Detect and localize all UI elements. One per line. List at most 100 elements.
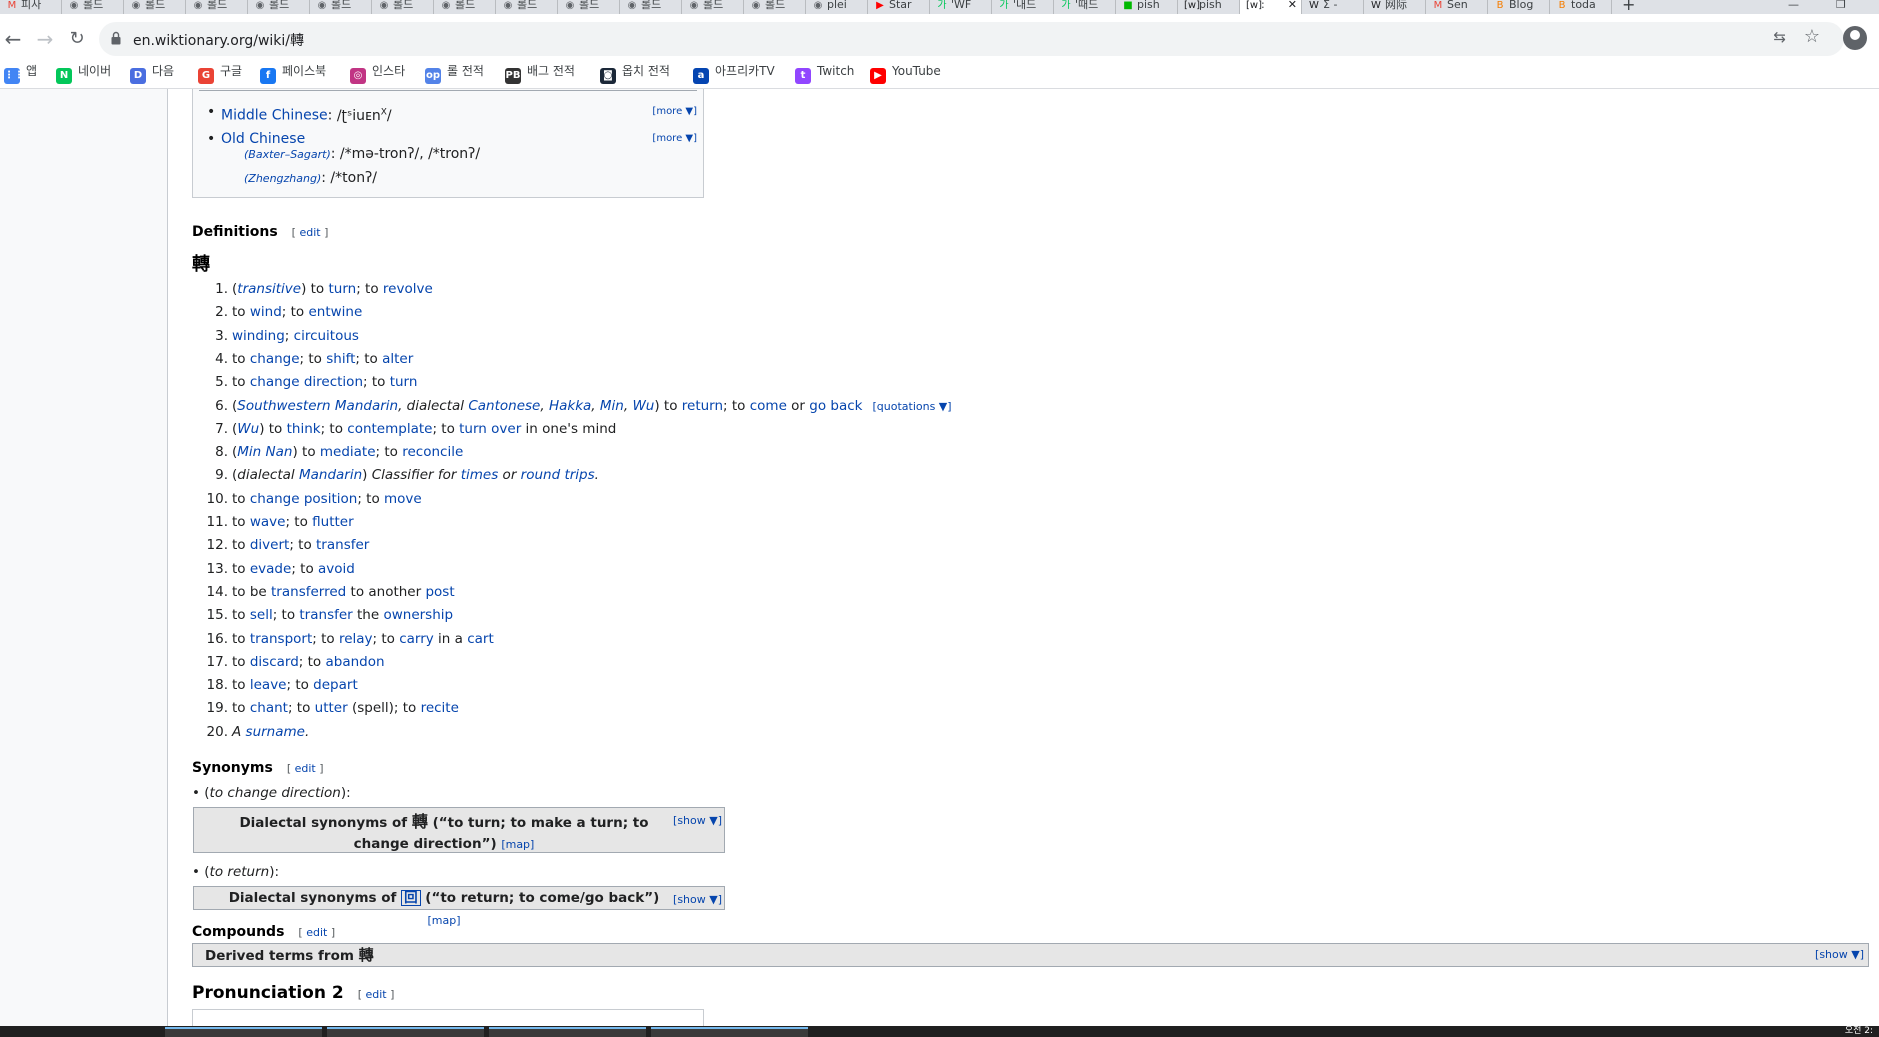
definition-link[interactable]: mediate [320, 444, 376, 460]
definition-link[interactable]: revolve [383, 281, 433, 297]
definition-link[interactable]: think [287, 421, 321, 437]
browser-tab[interactable]: ◉ 롤드 [558, 0, 620, 14]
definition-link[interactable]: shift [326, 351, 355, 367]
definition-link[interactable]: wind [250, 304, 282, 320]
definition-link[interactable]: change [250, 351, 300, 367]
definition-link[interactable]: leave [250, 677, 287, 693]
definition-link[interactable]: chant [250, 700, 288, 716]
more-toggle-old-chinese[interactable]: [more ▼] [652, 128, 697, 150]
synbox-2-han-link[interactable]: 回 [401, 890, 421, 906]
browser-tab[interactable]: ◉ 롤드 [186, 0, 248, 14]
derived-terms-show-toggle[interactable]: [show ▼] [1815, 944, 1864, 966]
definition-link[interactable]: Mandarin [299, 467, 362, 483]
browser-tab[interactable]: ◉ 롤드 [496, 0, 558, 14]
definition-link[interactable]: times [461, 467, 499, 483]
definition-link[interactable]: transfer [316, 537, 369, 553]
definition-link[interactable]: post [425, 584, 454, 600]
definition-link[interactable]: transitive [237, 281, 301, 297]
definition-link[interactable]: cart [467, 631, 494, 647]
definition-link[interactable]: winding [232, 328, 285, 344]
browser-tab[interactable]: 가 '때드 [1054, 0, 1116, 14]
definition-link[interactable]: turn [390, 374, 418, 390]
browser-tab[interactable]: ◉ 롤드 [62, 0, 124, 14]
compounds-edit-link[interactable]: edit [306, 926, 327, 939]
bookmark-item[interactable]: PB 배그 전적 [505, 62, 575, 84]
definition-link[interactable]: alter [382, 351, 413, 367]
derived-terms-box[interactable]: Derived terms from 轉 [show ▼] [192, 943, 1869, 967]
definition-link[interactable]: turn over [459, 421, 521, 437]
back-arrow-icon[interactable]: ← [0, 26, 26, 52]
definition-link[interactable]: ownership [383, 607, 453, 623]
definition-link[interactable]: reconcile [402, 444, 463, 460]
browser-tab[interactable]: 가 'WF [930, 0, 992, 14]
definition-link[interactable]: sell [250, 607, 273, 623]
dialectal-synonyms-box-1[interactable]: Dialectal synonyms of 轉 (“to turn; to ma… [193, 807, 725, 853]
definition-link[interactable]: utter [315, 700, 348, 716]
definition-link[interactable]: relay [339, 631, 373, 647]
bookmark-item[interactable]: a 아프리카TV [693, 62, 775, 84]
reload-icon[interactable]: ↻ [64, 26, 90, 52]
browser-tab[interactable]: 가 '내드 [992, 0, 1054, 14]
close-tab-icon[interactable]: ✕ [1288, 0, 1297, 10]
definition-link[interactable]: carry [399, 631, 434, 647]
browser-tab[interactable]: M 피사 [0, 0, 62, 14]
taskbar-app-button-4[interactable] [651, 1027, 808, 1037]
browser-tab[interactable]: ◉ 롤드 [744, 0, 806, 14]
dialectal-synonyms-box-2[interactable]: Dialectal synonyms of 回 (“to return; to … [193, 886, 725, 927]
browser-tab[interactable]: ◉ plei [806, 0, 868, 14]
definition-link[interactable]: go back [809, 398, 862, 414]
synbox-2-show-toggle[interactable]: [show ▼] [673, 889, 722, 911]
definition-link[interactable]: return [682, 398, 723, 414]
definition-link[interactable]: contemplate [347, 421, 432, 437]
browser-tab[interactable]: M Sen [1426, 0, 1488, 14]
minimize-icon[interactable]: — [1788, 0, 1799, 10]
definitions-edit-link[interactable]: edit [299, 226, 320, 239]
browser-tab[interactable]: ◉ 롤드 [620, 0, 682, 14]
quotations-toggle[interactable]: [quotations ▼] [872, 400, 951, 413]
middle-chinese-link[interactable]: Middle Chinese [221, 108, 328, 124]
definition-link[interactable]: entwine [308, 304, 362, 320]
bookmark-item[interactable]: op 롤 전적 [425, 62, 484, 84]
browser-tab[interactable]: ◉ 롤드 [248, 0, 310, 14]
browser-tab[interactable]: W 网际 [1364, 0, 1426, 14]
definition-link[interactable]: divert [250, 537, 289, 553]
bookmark-item[interactable]: G 구글 [198, 62, 242, 84]
definition-link[interactable]: discard [250, 654, 299, 670]
new-tab-icon[interactable]: + [1612, 0, 1645, 13]
definition-link[interactable]: Cantonese [468, 398, 540, 414]
definition-link[interactable]: depart [313, 677, 358, 693]
definition-link[interactable]: Min Nan [237, 444, 292, 460]
zhengzhang-link[interactable]: (Zhengzhang) [244, 172, 321, 185]
bookmark-item[interactable]: f 페이스북 [260, 62, 326, 84]
synbox-1-show-toggle[interactable]: [show ▼] [673, 810, 722, 831]
definition-link[interactable]: avoid [318, 561, 355, 577]
definition-link[interactable]: round trips [521, 467, 595, 483]
browser-tab[interactable]: ◉ 롤드 [310, 0, 372, 14]
bookmark-item[interactable]: ▶ YouTube [870, 62, 941, 84]
url-text[interactable]: en.wiktionary.org/wiki/轉 [133, 30, 304, 50]
definition-link[interactable]: wave [250, 514, 286, 530]
definition-link[interactable]: Wu [237, 421, 259, 437]
browser-tab[interactable]: Btoda [1550, 0, 1612, 14]
definition-link[interactable]: surname [246, 724, 305, 740]
definition-link[interactable]: Southwestern Mandarin [237, 398, 398, 414]
definition-link[interactable]: circuitous [294, 328, 359, 344]
browser-tab[interactable]: ◉ 롤드 [434, 0, 496, 14]
definition-link[interactable]: change position [250, 491, 357, 507]
profile-avatar-icon[interactable] [1843, 26, 1867, 50]
address-bar[interactable]: en.wiktionary.org/wiki/轉 ⇆ ☆ [99, 22, 1844, 56]
pronunciation-2-edit-link[interactable]: edit [366, 988, 387, 1001]
definition-link[interactable]: abandon [325, 654, 384, 670]
taskbar-app-button-3[interactable] [489, 1027, 646, 1037]
taskbar-chrome-button[interactable] [165, 1027, 322, 1037]
definition-link[interactable]: evade [250, 561, 291, 577]
definition-link[interactable]: Min [600, 398, 624, 414]
bookmark-item[interactable]: D 다음 [130, 62, 174, 84]
browser-tab[interactable]: ◉ 롤드 [124, 0, 186, 14]
bookmark-item[interactable]: ⋮⋮ 앱 [4, 62, 37, 84]
definition-link[interactable]: recite [421, 700, 459, 716]
browser-tab[interactable]: [w]: ✕ [1240, 0, 1302, 14]
maximize-icon[interactable]: ❐ [1836, 0, 1846, 10]
more-toggle-middle-chinese[interactable]: [more ▼] [652, 101, 697, 123]
old-chinese-link[interactable]: Old Chinese [221, 131, 305, 147]
